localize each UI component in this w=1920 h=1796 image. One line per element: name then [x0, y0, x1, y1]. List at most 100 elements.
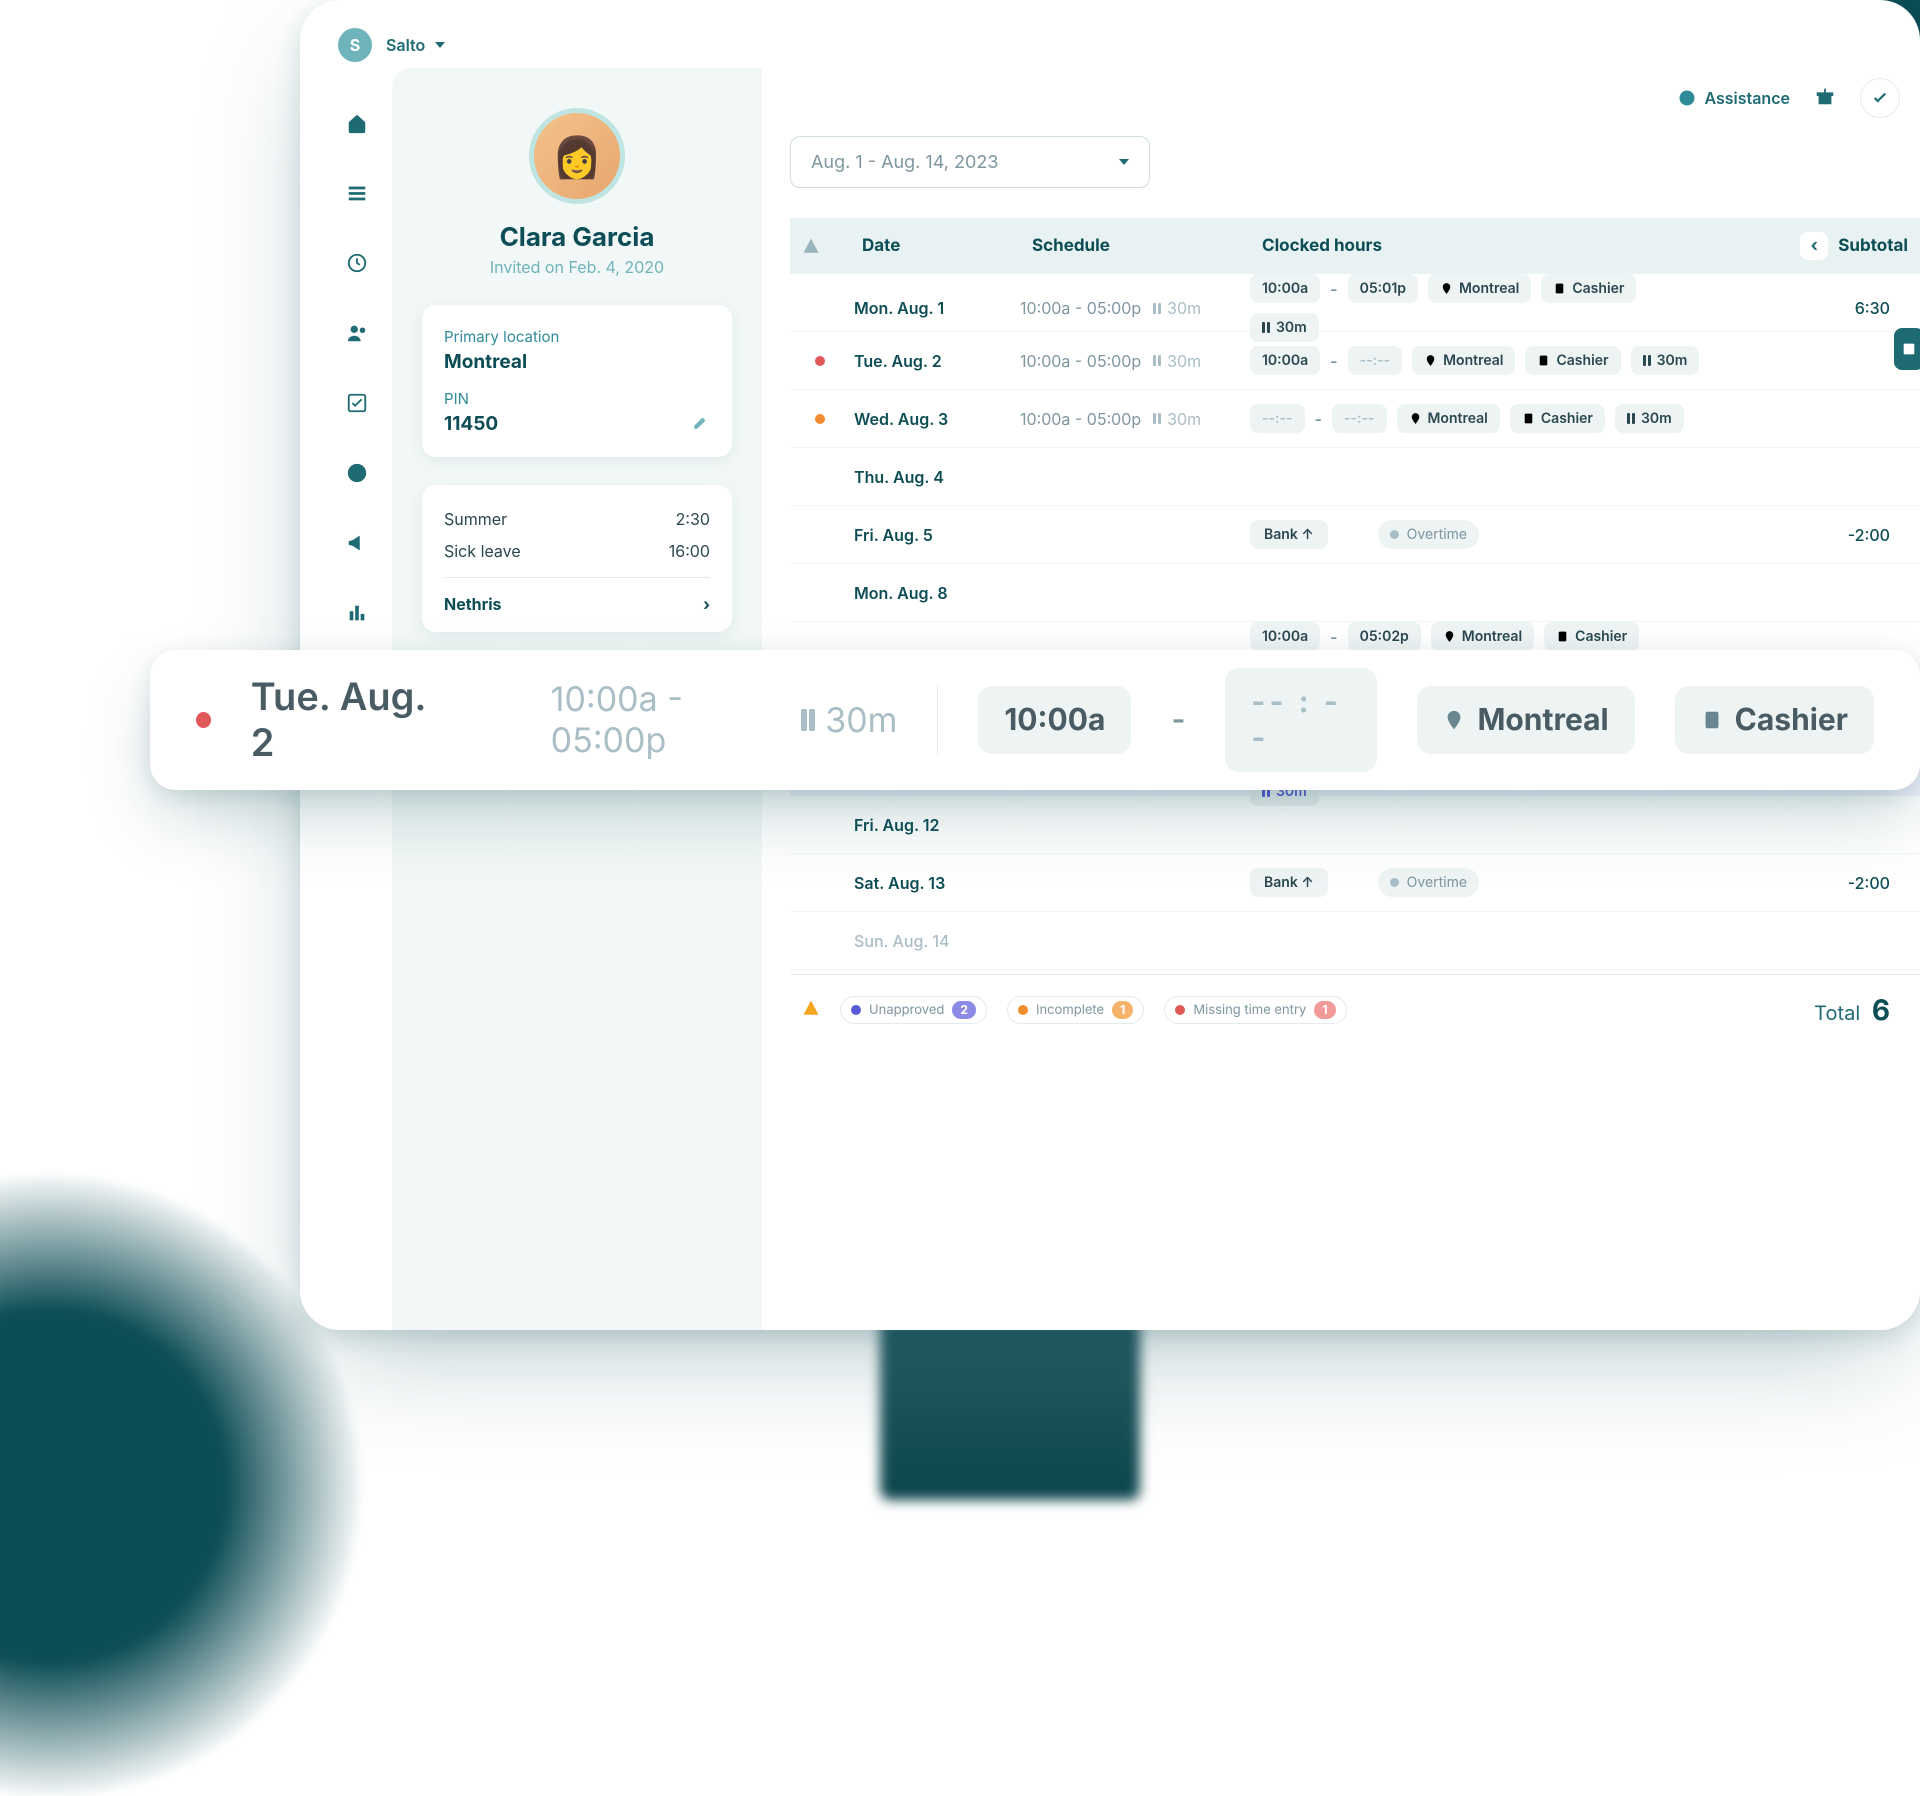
filter-label: Unapproved — [869, 1002, 944, 1018]
clock-out-chip[interactable]: 05:01p — [1348, 274, 1418, 303]
filter-missing[interactable]: Missing time entry 1 — [1164, 996, 1346, 1024]
nav-analytics-icon[interactable] — [342, 598, 372, 628]
employee-info-card: Primary location Montreal PIN 11450 — [422, 305, 732, 457]
subtotal-label: Subtotal — [1838, 236, 1908, 256]
overlay-location-chip[interactable]: Montreal — [1417, 686, 1634, 754]
row-clocked: Bank ↑ Overtime — [1250, 868, 1720, 897]
avatar: 👩 — [529, 108, 625, 204]
filter-incomplete[interactable]: Incomplete 1 — [1007, 996, 1144, 1024]
clock-out-chip[interactable]: --:-- — [1348, 346, 1403, 375]
bank-chip[interactable]: Bank ↑ — [1250, 868, 1328, 897]
row-schedule: 10:00a - 05:00p30m — [1020, 298, 1250, 318]
nethris-label: Nethris — [444, 594, 502, 614]
role-chip[interactable]: Cashier — [1510, 404, 1605, 433]
side-drawer-toggle[interactable] — [1894, 328, 1920, 370]
overtime-chip[interactable]: Overtime — [1378, 868, 1479, 897]
filter-unapproved[interactable]: Unapproved 2 — [840, 996, 987, 1024]
table-row[interactable]: Sun. Aug. 14 — [790, 912, 1920, 970]
approve-check-button[interactable] — [1860, 78, 1900, 118]
row-status — [790, 414, 850, 424]
table-row[interactable]: Mon. Aug. 110:00a - 05:00p30m10:00a-05:0… — [790, 274, 1920, 332]
nav-chat-icon[interactable] — [342, 458, 372, 488]
prev-period-button[interactable]: ‹ — [1800, 232, 1828, 260]
nav-check-icon[interactable] — [342, 388, 372, 418]
divider — [937, 685, 938, 755]
filter-count: 1 — [1112, 1001, 1133, 1019]
column-clocked: Clocked hours — [1250, 236, 1720, 256]
org-switcher[interactable]: Salto — [386, 35, 445, 55]
overlay-schedule: 10:00a - 05:00p 30m — [551, 679, 898, 761]
role-chip[interactable]: Cashier — [1541, 274, 1636, 303]
clock-in-chip[interactable]: 10:00a — [1250, 274, 1320, 303]
row-clocked: Bank ↑ Overtime — [1250, 520, 1720, 549]
row-clocked: 10:00a---:--MontrealCashier30m — [1250, 346, 1720, 375]
timesheet-table: Date Schedule Clocked hours ‹ Subtotal M… — [790, 218, 1920, 1027]
app-logo: S — [338, 28, 372, 62]
divider — [444, 577, 710, 578]
balance-value: 2:30 — [676, 509, 710, 529]
dash: - — [1171, 702, 1185, 738]
clock-in-chip[interactable]: 10:00a — [1250, 622, 1320, 651]
clock-out-chip[interactable]: --:-- — [1332, 404, 1387, 433]
break-chip[interactable]: 30m — [1631, 346, 1700, 375]
pause-icon — [1153, 303, 1161, 314]
column-alert — [790, 237, 850, 255]
location-chip[interactable]: Montreal — [1428, 274, 1531, 303]
filter-label: Incomplete — [1036, 1002, 1104, 1018]
gift-icon[interactable] — [1814, 85, 1836, 111]
row-subtotal: -2:00 — [1780, 873, 1920, 893]
assistance-button[interactable]: Assistance — [1678, 88, 1790, 108]
location-chip[interactable]: Montreal — [1397, 404, 1500, 433]
clock-out-chip[interactable]: 05:02p — [1348, 622, 1421, 651]
nav-people-icon[interactable] — [342, 318, 372, 348]
nav-megaphone-icon[interactable] — [342, 528, 372, 558]
overlay-break: 30m — [825, 700, 897, 741]
overlay-location: Montreal — [1477, 702, 1608, 738]
total-value: 6 — [1872, 993, 1890, 1027]
nav-list-icon[interactable] — [342, 178, 372, 208]
date-range-value: Aug. 1 - Aug. 14, 2023 — [811, 152, 998, 173]
pause-icon — [1153, 413, 1161, 424]
row-date: Fri. Aug. 12 — [850, 815, 1020, 835]
chevron-down-icon — [435, 42, 445, 48]
overlay-clock-in[interactable]: 10:00a — [978, 686, 1131, 754]
nav-home-icon[interactable] — [342, 108, 372, 138]
table-row[interactable]: Sat. Aug. 13Bank ↑Overtime-2:00 — [790, 854, 1920, 912]
break-chip[interactable]: 30m — [1250, 313, 1319, 342]
break-chip[interactable]: 30m — [1615, 404, 1684, 433]
overlay-role-chip[interactable]: Cashier — [1675, 686, 1874, 754]
role-chip[interactable]: Cashier — [1544, 622, 1639, 651]
table-row[interactable]: Mon. Aug. 8 — [790, 564, 1920, 622]
org-name: Salto — [386, 35, 425, 55]
assistance-label: Assistance — [1704, 88, 1790, 108]
role-chip[interactable]: Cashier — [1525, 346, 1620, 375]
clock-in-chip[interactable]: 10:00a — [1250, 346, 1320, 375]
edit-pin-icon[interactable] — [692, 413, 710, 435]
primary-location-value: Montreal — [444, 350, 710, 373]
balances-card: Summer 2:30 Sick leave 16:00 Nethris › — [422, 485, 732, 632]
overlay-schedule-time: 10:00a - 05:00p — [551, 679, 780, 761]
date-range-picker[interactable]: Aug. 1 - Aug. 14, 2023 — [790, 136, 1150, 188]
overtime-chip[interactable]: Overtime — [1378, 520, 1479, 549]
row-schedule: 10:00a - 05:00p30m — [1020, 409, 1250, 429]
location-chip[interactable]: Montreal — [1431, 622, 1534, 651]
balance-row: Summer 2:30 — [444, 503, 710, 535]
row-date: Sun. Aug. 14 — [850, 931, 1020, 951]
table-row[interactable]: Wed. Aug. 310:00a - 05:00p30m--:-----:--… — [790, 390, 1920, 448]
column-subtotal: ‹ Subtotal — [1780, 232, 1920, 260]
nethris-link[interactable]: Nethris › — [444, 588, 710, 614]
clock-in-chip[interactable]: --:-- — [1250, 404, 1305, 433]
total-label: Total — [1814, 1001, 1860, 1025]
status-dot — [815, 356, 825, 366]
table-body: Mon. Aug. 110:00a - 05:00p30m10:00a-05:0… — [790, 274, 1920, 970]
bank-chip[interactable]: Bank ↑ — [1250, 520, 1328, 549]
overlay-clock-out[interactable]: -- : -- — [1225, 668, 1377, 772]
table-row[interactable]: Thu. Aug. 4 — [790, 448, 1920, 506]
row-subtotal: 6:30 — [1780, 298, 1920, 318]
location-chip[interactable]: Montreal — [1412, 346, 1515, 375]
employee-invited: Invited on Feb. 4, 2020 — [490, 257, 664, 277]
nav-clock-icon[interactable] — [342, 248, 372, 278]
row-date: Wed. Aug. 3 — [850, 409, 1020, 429]
table-row[interactable]: Fri. Aug. 5Bank ↑Overtime-2:00 — [790, 506, 1920, 564]
main-topbar: Assistance — [1678, 78, 1900, 118]
